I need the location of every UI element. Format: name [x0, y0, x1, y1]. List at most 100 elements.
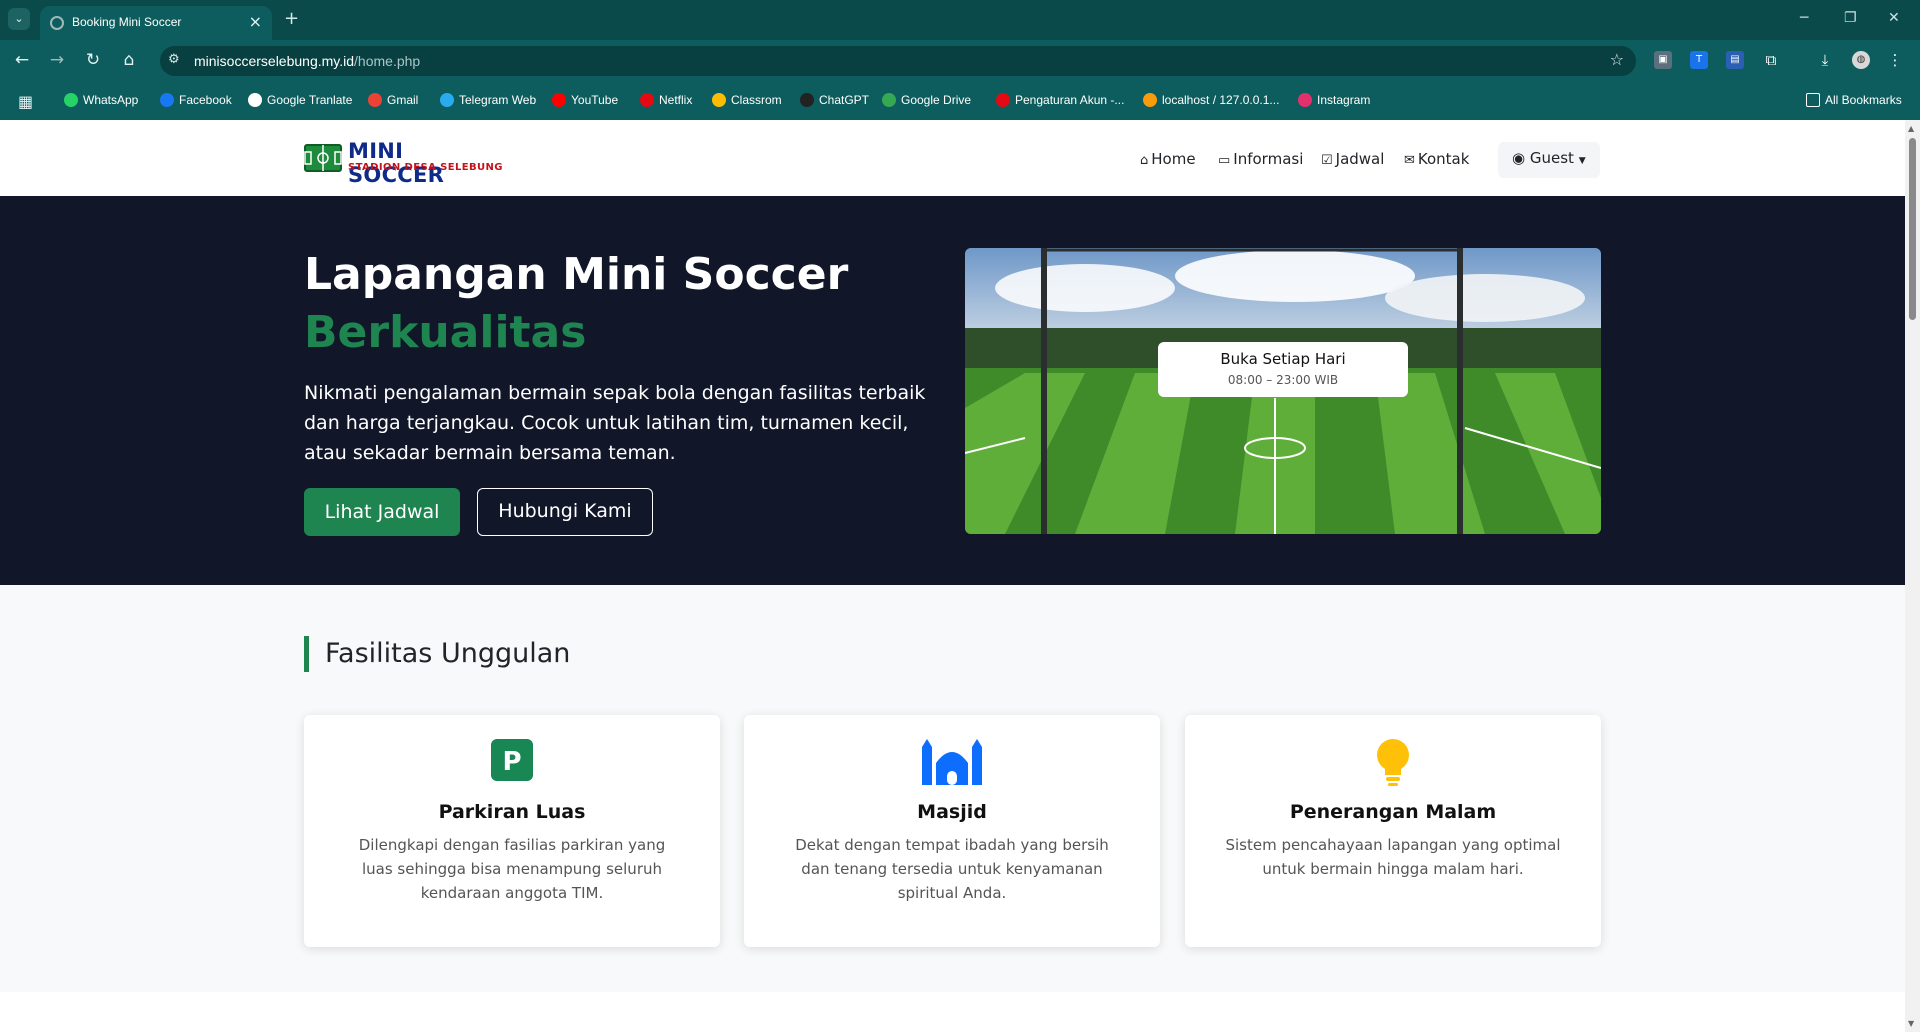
scroll-thumb[interactable] [1909, 138, 1916, 320]
reload-icon[interactable]: ↻ [82, 50, 104, 70]
site-navbar: MINI SOCCER STADION DESA SELEBUNG ⌂ Home … [0, 120, 1905, 196]
tab-close-icon[interactable]: × [249, 12, 262, 31]
tab-favicon-icon [50, 16, 64, 30]
parking-icon: P [304, 737, 720, 783]
hubungi-kami-button[interactable]: Hubungi Kami [477, 488, 653, 536]
extension-icon[interactable]: ▣ [1654, 51, 1672, 69]
page-scrollbar[interactable]: ▲ ▼ [1905, 120, 1920, 1032]
bookmark-label: Instagram [1317, 93, 1371, 107]
profile-avatar-icon[interactable]: ◍ [1852, 51, 1870, 69]
bookmark-item[interactable]: Facebook [160, 93, 232, 107]
mosque-icon [744, 737, 1160, 785]
bookmark-label: Classrom [731, 93, 782, 107]
apps-grid-icon[interactable]: ▦ [18, 92, 33, 111]
bookmarks-bar: ▦ WhatsApp Facebook Google Tranlate Gmail Te… [0, 82, 1920, 120]
browser-tab-bar: ⌄ Booking Mini Soccer × + ─ ❐ ✕ [0, 0, 1920, 40]
tab-list-button[interactable]: ⌄ [8, 8, 30, 30]
facilities-heading: Fasilitas Unggulan [304, 636, 570, 672]
bookmark-item[interactable]: localhost / 127.0.0.1... [1143, 93, 1279, 107]
nav-informasi-label: Informasi [1233, 150, 1304, 168]
bookmark-label: Netflix [659, 93, 693, 107]
bookmark-favicon-icon [440, 93, 454, 107]
bookmark-label: ChatGPT [819, 93, 870, 107]
bookmark-item[interactable]: ChatGPT [800, 93, 869, 107]
guest-dropdown-button[interactable]: ◉ Guest ▼ [1498, 142, 1600, 178]
menu-kebab-icon[interactable]: ⋮ [1886, 51, 1904, 69]
hero-title: Lapangan Mini Soccer [304, 249, 849, 300]
bookmark-favicon-icon [882, 93, 896, 107]
facility-title: Penerangan Malam [1289, 801, 1497, 823]
extensions-puzzle-icon[interactable]: ⧉ [1762, 51, 1780, 69]
bookmark-label: Google Tranlate [267, 93, 353, 107]
bookmark-favicon-icon [996, 93, 1010, 107]
url-path: /home.php [354, 53, 421, 69]
guest-label: Guest [1529, 149, 1574, 167]
caret-down-icon: ▼ [1578, 156, 1586, 166]
bookmark-item[interactable]: Pengaturan Akun -... [996, 93, 1124, 107]
restore-icon[interactable]: ❐ [1844, 10, 1857, 26]
nav-home[interactable]: ⌂ Home [1140, 150, 1196, 168]
hero-title-highlight: Berkualitas [304, 307, 587, 358]
bookmark-item[interactable]: Netflix [640, 93, 692, 107]
bookmark-favicon-icon [552, 93, 566, 107]
nav-jadwal[interactable]: ☑ Jadwal [1321, 150, 1384, 168]
page-viewport: MINI SOCCER STADION DESA SELEBUNG ⌂ Home … [0, 120, 1905, 1032]
bookmark-label: Telegram Web [459, 93, 537, 107]
facility-title: Masjid [917, 801, 987, 823]
envelope-icon: ✉ [1404, 153, 1415, 168]
bookmark-label: Facebook [179, 93, 232, 107]
bookmark-item[interactable]: Google Tranlate [248, 93, 352, 107]
docs-extension-icon[interactable]: ▤ [1726, 51, 1744, 69]
download-icon[interactable]: ⤓ [1816, 51, 1834, 69]
close-window-icon[interactable]: ✕ [1888, 10, 1900, 26]
bookmark-favicon-icon [1298, 93, 1312, 107]
facility-text: Dekat dengan tempat ibadah yang bersih d… [795, 836, 1109, 902]
hero-section: Lapangan Mini Soccer Berkualitas Nikmati… [0, 196, 1905, 585]
bookmark-item[interactable]: WhatsApp [64, 93, 138, 107]
new-tab-icon[interactable]: + [284, 8, 299, 29]
facility-text: Dilengkapi dengan fasilias parkiran yang… [358, 836, 666, 902]
all-bookmarks-button[interactable]: All Bookmarks [1806, 93, 1902, 107]
site-info-icon[interactable]: ⚙ [168, 52, 180, 67]
nav-kontak-label: Kontak [1417, 150, 1470, 168]
field-photo: Buka Setiap Hari 08:00 – 23:00 WIB [965, 248, 1601, 534]
soccer-field-logo-icon [304, 144, 342, 172]
facility-card-penerangan: Penerangan Malam Sistem pencahayaan lapa… [1185, 715, 1601, 947]
home-icon[interactable]: ⌂ [118, 50, 140, 70]
bookmark-favicon-icon [160, 93, 174, 107]
bookmark-label: Google Drive [901, 93, 972, 107]
scroll-up-icon[interactable]: ▲ [1908, 124, 1914, 133]
bookmark-item[interactable]: YouTube [552, 93, 618, 107]
bookmark-item[interactable]: Instagram [1298, 93, 1370, 107]
bookmark-item[interactable]: Google Drive [882, 93, 971, 107]
bookmark-favicon-icon [712, 93, 726, 107]
lightbulb-icon [1185, 737, 1601, 786]
user-circle-icon: ◉ [1512, 149, 1526, 167]
all-bookmarks-label: All Bookmarks [1825, 93, 1902, 107]
calendar-check-icon: ☑ [1321, 153, 1333, 168]
bookmark-item[interactable]: Classrom [712, 93, 782, 107]
nav-jadwal-label: Jadwal [1335, 150, 1385, 168]
translate-extension-icon[interactable]: T [1690, 51, 1708, 69]
nav-informasi[interactable]: ▭ Informasi [1218, 150, 1303, 168]
bookmark-favicon-icon [1143, 93, 1157, 107]
forward-icon[interactable]: → [46, 50, 68, 70]
bookmark-label: WhatsApp [83, 93, 139, 107]
minimize-icon[interactable]: ─ [1800, 10, 1808, 26]
lihat-jadwal-button[interactable]: Lihat Jadwal [304, 488, 460, 536]
browser-tab[interactable]: Booking Mini Soccer × [40, 6, 272, 40]
facility-card-parkiran: P Parkiran Luas Dilengkapi dengan fasili… [304, 715, 720, 947]
url-host: minisoccerselebung.my.id [194, 53, 355, 69]
scroll-down-icon[interactable]: ▼ [1908, 1019, 1914, 1028]
logo-subtitle: STADION DESA SELEBUNG [348, 162, 503, 173]
facility-card-masjid: Masjid Dekat dengan tempat ibadah yang b… [744, 715, 1160, 947]
bookmark-item[interactable]: Gmail [368, 93, 418, 107]
bookmark-item[interactable]: Telegram Web [440, 93, 536, 107]
folder-icon [1806, 93, 1820, 107]
site-logo[interactable]: MINI SOCCER STADION DESA SELEBUNG [304, 139, 504, 187]
address-bar[interactable]: ⚙ minisoccerselebung.my.id/home.php ☆ [160, 46, 1636, 76]
nav-kontak[interactable]: ✉ Kontak [1404, 150, 1469, 168]
url-text[interactable]: minisoccerselebung.my.id/home.php [194, 53, 420, 69]
bookmark-star-icon[interactable]: ☆ [1610, 50, 1624, 69]
back-icon[interactable]: ← [11, 50, 33, 70]
